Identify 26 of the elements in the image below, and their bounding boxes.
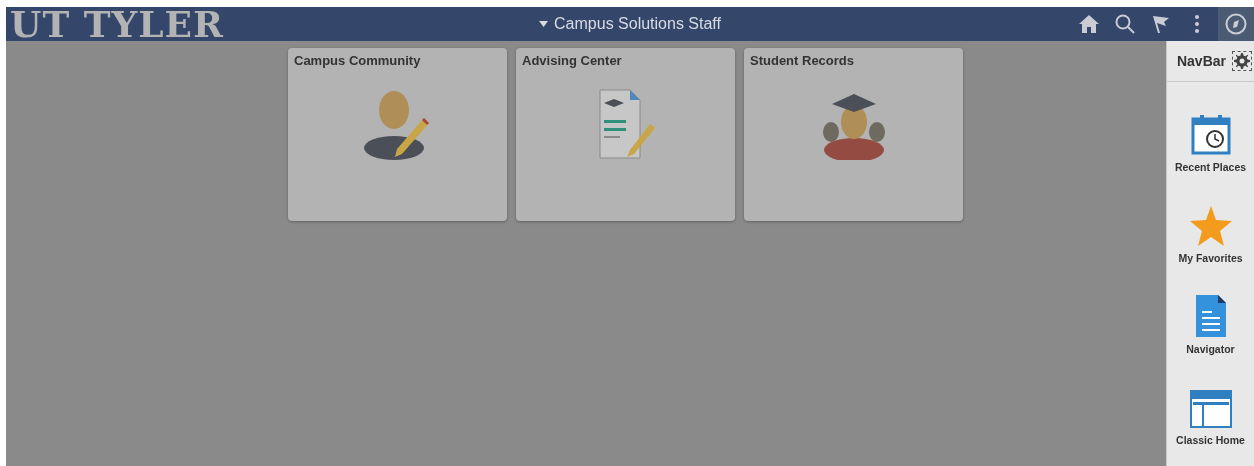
navbar-title: NavBar <box>1176 53 1226 69</box>
tile-title: Student Records <box>749 52 854 68</box>
flag-icon <box>1152 15 1170 33</box>
page-title[interactable]: Campus Solutions Staff <box>554 15 721 33</box>
navbar-item[interactable]: Recent Places <box>1167 107 1254 173</box>
star-icon <box>1189 206 1232 246</box>
tile-title: Campus Community <box>293 52 421 68</box>
tile-title: Advising Center <box>521 52 622 68</box>
navbar-item[interactable]: Classic Home <box>1167 380 1254 446</box>
navbar-item[interactable]: Navigator <box>1167 289 1254 355</box>
logo: UT TYLER <box>9 7 224 41</box>
search-icon <box>1115 14 1135 34</box>
caret-icon[interactable] <box>539 21 549 27</box>
document-icon <box>1195 295 1226 337</box>
compass-icon <box>1225 13 1247 35</box>
menu-icon <box>1195 15 1199 33</box>
tile[interactable]: Advising Center <box>516 48 735 221</box>
calendar-clock-icon <box>1190 113 1231 155</box>
home-icon <box>1079 15 1099 33</box>
tile[interactable]: Campus Community <box>288 48 507 221</box>
navbar-item[interactable]: My Favorites <box>1167 198 1254 264</box>
settings-icon <box>1234 53 1250 69</box>
compass-button[interactable] <box>1218 7 1254 41</box>
settings-button[interactable] <box>1232 51 1252 71</box>
tile[interactable]: Student Records <box>744 48 963 221</box>
browser-window-icon <box>1189 390 1232 428</box>
